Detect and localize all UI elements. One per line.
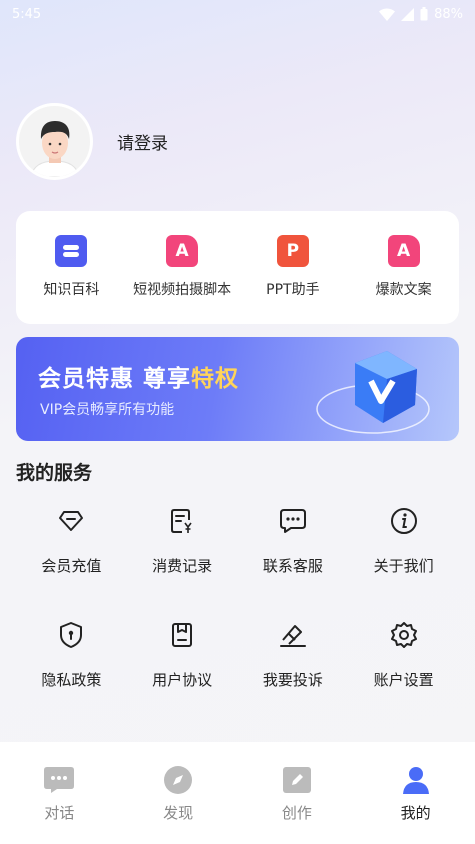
- service-label: 我要投诉: [262, 671, 323, 689]
- complaint-icon: [277, 619, 309, 651]
- wifi-icon: [379, 8, 396, 21]
- tab-create[interactable]: 创作: [238, 742, 357, 844]
- service-about-us[interactable]: 关于我们: [348, 505, 459, 619]
- diamond-icon: [55, 505, 87, 537]
- tool-copywriting[interactable]: A 爆款文案: [348, 211, 459, 324]
- user-icon: [402, 767, 429, 794]
- tab-label: 我的: [400, 804, 431, 822]
- service-complaint[interactable]: 我要投诉: [238, 619, 349, 733]
- vip-title-highlight: 特权: [191, 366, 240, 392]
- gear-icon: [388, 619, 420, 651]
- battery-icon: [420, 7, 428, 21]
- tab-discover[interactable]: 发现: [119, 742, 238, 844]
- service-label: 隐私政策: [41, 671, 102, 689]
- service-label: 关于我们: [373, 557, 434, 575]
- tool-label: PPT助手: [266, 282, 320, 298]
- service-label: 联系客服: [262, 557, 323, 575]
- service-privacy-policy[interactable]: 隐私政策: [16, 619, 127, 733]
- vip-subtitle: VIP会员畅享所有功能: [40, 402, 175, 418]
- service-account-settings[interactable]: 账户设置: [348, 619, 459, 733]
- tools-card: 知识百科 A 短视频拍摄脚本 P PPT助手 A 爆款文案: [16, 211, 459, 324]
- tool-encyclopedia[interactable]: 知识百科: [16, 211, 127, 324]
- tab-label: 对话: [44, 804, 75, 822]
- service-contact-support[interactable]: 联系客服: [238, 505, 349, 619]
- compass-icon: [164, 766, 193, 794]
- tab-chat[interactable]: 对话: [0, 742, 119, 844]
- tool-video-script[interactable]: A 短视频拍摄脚本: [127, 211, 238, 324]
- avatar[interactable]: [16, 103, 93, 180]
- signal-icon: [401, 7, 415, 21]
- ppt-p-icon: P: [276, 235, 309, 267]
- info-icon: [388, 505, 420, 537]
- services-title: 我的服务: [16, 462, 93, 484]
- service-label: 用户协议: [152, 671, 213, 689]
- vip-title: 会员特惠 尊享特权: [38, 359, 239, 393]
- service-membership-recharge[interactable]: 会员充值: [16, 505, 127, 619]
- receipt-icon: [166, 505, 198, 537]
- service-label: 账户设置: [373, 671, 434, 689]
- status-icons: 88%: [379, 7, 463, 22]
- script-a-icon: A: [166, 235, 199, 267]
- service-label: 会员充值: [41, 557, 102, 575]
- copywriting-a-icon: A: [387, 235, 420, 267]
- tool-label: 爆款文案: [375, 282, 432, 298]
- tool-label: 短视频拍摄脚本: [133, 282, 232, 298]
- encyclopedia-icon: [55, 235, 88, 267]
- status-time: 5:45: [12, 6, 42, 22]
- pencil-icon: [282, 767, 311, 793]
- shield-lock-icon: [55, 619, 87, 651]
- services-grid: 会员充值 消费记录 联系客服 关于我们 隐私政策 用户协议 我要投诉 账户设置: [16, 505, 459, 733]
- service-user-agreement[interactable]: 用户协议: [127, 619, 238, 733]
- tool-ppt-assistant[interactable]: P PPT助手: [238, 211, 349, 324]
- agreement-icon: [166, 619, 198, 651]
- message-icon: [44, 767, 75, 793]
- login-link[interactable]: 请登录: [117, 129, 168, 154]
- service-label: 消费记录: [152, 557, 213, 575]
- avatar-person-icon: [29, 121, 80, 177]
- tab-label: 创作: [281, 804, 312, 822]
- profile-header[interactable]: 请登录: [16, 103, 168, 180]
- tool-label: 知识百科: [43, 282, 100, 298]
- tab-label: 发现: [163, 804, 194, 822]
- vip-title-main: 会员特惠 尊享: [38, 366, 192, 392]
- chat-bubble-icon: [277, 505, 309, 537]
- service-consumption-record[interactable]: 消费记录: [127, 505, 238, 619]
- tab-mine[interactable]: 我的: [356, 742, 475, 844]
- vip-badge-icon: [316, 351, 430, 434]
- battery-percent: 88%: [434, 6, 463, 22]
- bottom-tab-bar: 对话 发现 创作 我的: [0, 742, 475, 844]
- vip-banner[interactable]: 会员特惠 尊享特权 VIP会员畅享所有功能: [16, 337, 459, 441]
- status-bar: 5:45 88%: [0, 0, 475, 28]
